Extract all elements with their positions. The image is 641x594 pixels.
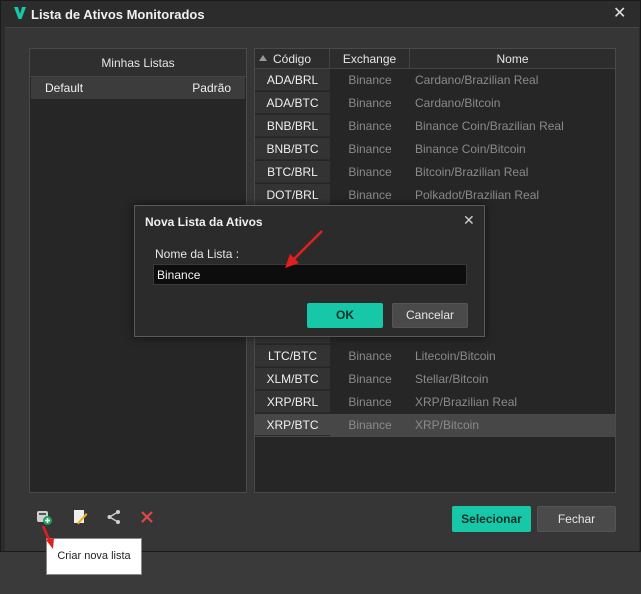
- window-title: Lista de Ativos Monitorados: [31, 7, 205, 22]
- column-header-code[interactable]: Código: [255, 49, 330, 69]
- asset-name-cell: Cardano/Brazilian Real: [415, 73, 539, 87]
- table-row[interactable]: BNB/BRL Binance Binance Coin/Brazilian Rea…: [255, 115, 615, 138]
- select-button[interactable]: Selecionar: [452, 506, 531, 532]
- asset-exchange-cell: Binance: [348, 73, 392, 87]
- asset-exchange-cell: Binance: [348, 188, 392, 202]
- list-item-name: Default: [45, 81, 84, 95]
- asset-exchange-cell: Binance: [348, 395, 392, 409]
- add-list-icon[interactable]: [35, 508, 53, 526]
- lists-panel-header: Minhas Listas: [30, 49, 246, 77]
- asset-exchange-cell: Binance: [348, 349, 392, 363]
- sort-ascending-icon: [259, 55, 267, 61]
- asset-code-cell: BTC/BRL: [255, 161, 330, 183]
- asset-exchange-cell: Binance: [348, 372, 392, 386]
- asset-code-cell: BNB/BTC: [255, 138, 330, 160]
- asset-code-cell: ADA/BTC: [255, 92, 330, 114]
- table-row[interactable]: BTC/BRL Binance Bitcoin/Brazilian Real: [255, 161, 615, 184]
- grid-header: Código Exchange Nome: [255, 49, 615, 69]
- asset-exchange-cell: Binance: [348, 96, 392, 110]
- asset-name-cell: Bitcoin/Brazilian Real: [415, 165, 529, 179]
- asset-name-cell: Binance Coin/Brazilian Real: [415, 119, 564, 133]
- table-row[interactable]: XRP/BRL Binance XRP/Brazilian Real: [255, 391, 615, 414]
- table-row[interactable]: DOT/BRL Binance Polkadot/Brazilian Real: [255, 184, 615, 207]
- close-button[interactable]: Fechar: [537, 506, 616, 532]
- asset-code-cell: LTC/BTC: [255, 345, 330, 367]
- asset-code-cell: ADA/BRL: [255, 69, 330, 91]
- asset-code-cell: DOT/BRL: [255, 184, 330, 206]
- list-item-value: Padrão: [192, 81, 231, 95]
- share-icon[interactable]: [105, 508, 123, 526]
- title-bar: Lista de Ativos Monitorados ✕: [1, 1, 640, 27]
- new-list-dialog: Nova Lista da Ativos ✕ Nome da Lista : O…: [134, 205, 485, 337]
- table-row[interactable]: XLM/BTC Binance Stellar/Bitcoin: [255, 368, 615, 391]
- delete-list-icon[interactable]: [138, 508, 156, 526]
- asset-exchange-cell: Binance: [348, 142, 392, 156]
- list-name-label: Nome da Lista :: [155, 247, 240, 261]
- asset-name-cell: Cardano/Bitcoin: [415, 96, 501, 110]
- list-item-default[interactable]: Default Padrão: [31, 77, 245, 99]
- cancel-button[interactable]: Cancelar: [392, 303, 468, 328]
- table-row[interactable]: XRP/BTC Binance XRP/Bitcoin: [255, 414, 615, 437]
- asset-name-cell: Polkadot/Brazilian Real: [415, 188, 540, 202]
- ok-button[interactable]: OK: [307, 303, 383, 328]
- table-row[interactable]: ADA/BRL Binance Cardano/Brazilian Real: [255, 69, 615, 92]
- asset-code-cell: BNB/BRL: [255, 115, 330, 137]
- table-row[interactable]: BNB/BTC Binance Binance Coin/Bitcoin: [255, 138, 615, 161]
- edit-list-icon[interactable]: [71, 508, 89, 526]
- tooltip: Criar nova lista: [46, 538, 142, 575]
- asset-name-cell: XRP/Brazilian Real: [415, 395, 518, 409]
- dialog-title: Nova Lista da Ativos: [145, 215, 263, 229]
- asset-code-cell: XRP/BTC: [255, 414, 330, 436]
- asset-exchange-cell: Binance: [348, 165, 392, 179]
- column-header-exchange[interactable]: Exchange: [330, 49, 410, 69]
- table-row[interactable]: LTC/BTC Binance Litecoin/Bitcoin: [255, 345, 615, 368]
- asset-exchange-cell: Binance: [348, 119, 392, 133]
- asset-name-cell: Binance Coin/Bitcoin: [415, 142, 526, 156]
- table-row[interactable]: ADA/BTC Binance Cardano/Bitcoin: [255, 92, 615, 115]
- asset-name-cell: Stellar/Bitcoin: [415, 372, 489, 386]
- column-header-name[interactable]: Nome: [410, 49, 615, 69]
- asset-code-cell: XLM/BTC: [255, 368, 330, 390]
- asset-code-cell: XRP/BRL: [255, 391, 330, 413]
- list-name-input[interactable]: [153, 264, 467, 285]
- dialog-close-icon[interactable]: ✕: [463, 212, 475, 229]
- window-close-icon[interactable]: ✕: [613, 3, 626, 23]
- asset-exchange-cell: Binance: [348, 418, 392, 432]
- app-logo-icon: [14, 7, 26, 19]
- asset-name-cell: XRP/Bitcoin: [415, 418, 480, 432]
- asset-name-cell: Litecoin/Bitcoin: [415, 349, 496, 363]
